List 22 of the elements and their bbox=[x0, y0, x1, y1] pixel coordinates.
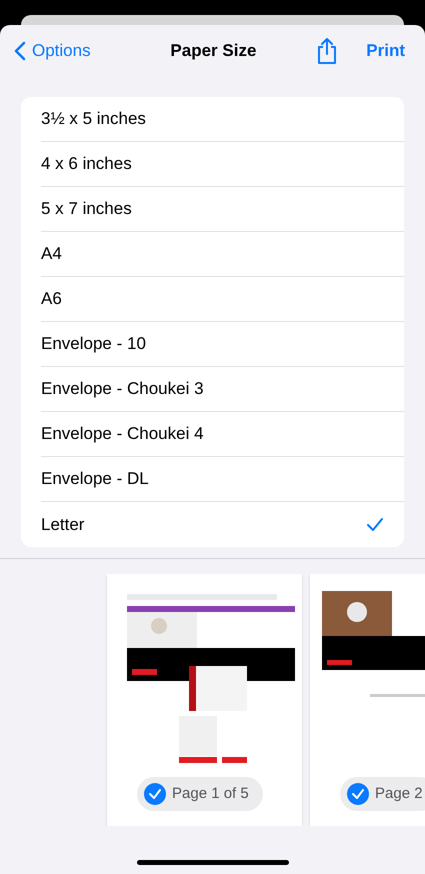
page-label: Page 1 of 5 bbox=[137, 777, 263, 811]
checkmark-icon bbox=[366, 517, 384, 532]
page-preview[interactable]: Page 1 of 5 bbox=[107, 574, 302, 826]
paper-size-option[interactable]: A6 bbox=[41, 277, 404, 322]
screen-title: Paper Size bbox=[169, 40, 258, 62]
paper-size-option[interactable]: Envelope - Choukei 4 bbox=[41, 412, 404, 457]
page-preview[interactable]: Page 2 bbox=[310, 574, 425, 826]
share-icon[interactable] bbox=[316, 37, 338, 65]
print-button[interactable]: Print bbox=[366, 38, 405, 64]
checkmark-circle-icon bbox=[144, 783, 166, 805]
paper-size-option[interactable]: 4 x 6 inches bbox=[41, 142, 404, 187]
paper-size-option[interactable]: A4 bbox=[41, 232, 404, 277]
page-label: Page 2 bbox=[340, 777, 425, 811]
paper-size-option[interactable]: Envelope - DL bbox=[41, 457, 404, 502]
back-chevron-icon bbox=[14, 41, 26, 61]
paper-size-option[interactable]: 5 x 7 inches bbox=[41, 187, 404, 232]
paper-size-option[interactable]: Letter bbox=[41, 502, 404, 547]
paper-size-option[interactable]: 3½ x 5 inches bbox=[41, 97, 404, 142]
back-button[interactable]: Options bbox=[14, 38, 91, 64]
paper-size-option[interactable]: Envelope - 10 bbox=[41, 322, 404, 367]
checkmark-circle-icon bbox=[347, 783, 369, 805]
paper-size-option[interactable]: Envelope - Choukei 3 bbox=[41, 367, 404, 412]
